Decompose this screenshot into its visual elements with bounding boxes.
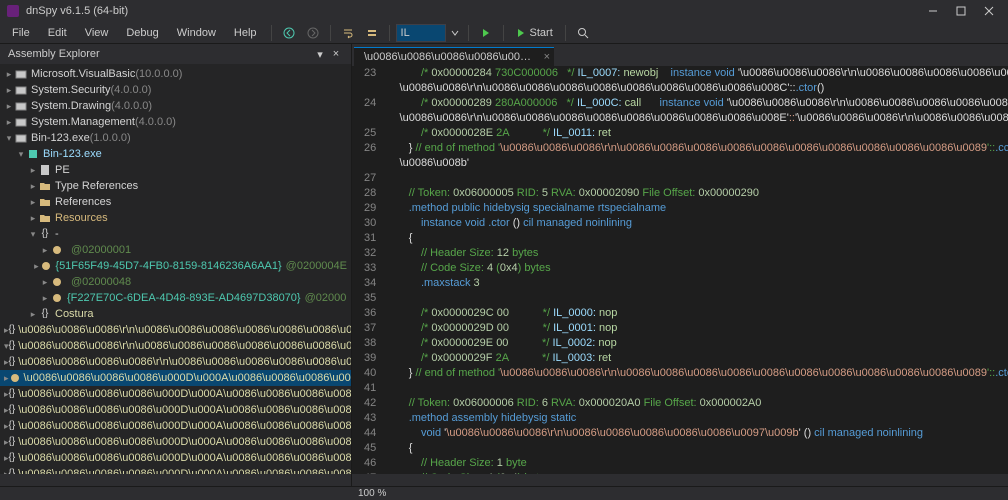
start-label: Start [530, 27, 553, 39]
tab-active[interactable]: \u0086\u0086\u0086\u0086\u000D\u000A\u00… [354, 47, 554, 66]
menu-debug[interactable]: Debug [118, 25, 166, 41]
language-dropdown[interactable] [448, 23, 462, 43]
tree-item[interactable]: ▸{}\u0086\u0086\u0086\u0086\u000D\u000A\… [0, 434, 351, 450]
start-button[interactable]: Start [510, 25, 559, 41]
tree-item[interactable]: ▸Resources [0, 210, 351, 226]
tree-item[interactable]: ▾Bin-123.exe (1.0.0.0) [0, 130, 351, 146]
code-content[interactable]: /* 0x00000284 730C000006 */ IL_0007: new… [384, 66, 1008, 474]
separator [330, 25, 331, 41]
statusbar: 100 % [0, 486, 1008, 500]
assembly-explorer: Assembly Explorer ▾ × ▸Microsoft.VisualB… [0, 44, 352, 486]
editor: \u0086\u0086\u0086\u0086\u000D\u000A\u00… [352, 44, 1008, 486]
panel-dropdown-button[interactable]: ▾ [313, 47, 327, 61]
tree-item[interactable]: ▸System.Security (4.0.0.0) [0, 82, 351, 98]
menu-edit[interactable]: Edit [40, 25, 75, 41]
tree-item[interactable]: ▸System.Drawing (4.0.0.0) [0, 98, 351, 114]
minimize-button[interactable] [920, 2, 946, 20]
tree-item[interactable]: ▸@02000001 [0, 242, 351, 258]
menu-window[interactable]: Window [169, 25, 224, 41]
tree-item[interactable]: ▾{}- [0, 226, 351, 242]
separator [503, 25, 504, 41]
highlight-button[interactable] [361, 23, 383, 43]
separator [389, 25, 390, 41]
nav-back-button[interactable] [278, 23, 300, 43]
panel-header: Assembly Explorer ▾ × [0, 44, 351, 64]
menu-help[interactable]: Help [226, 25, 265, 41]
tree-item[interactable]: ▸{F227E70C-6DEA-4D48-893E-AD4697D38070}@… [0, 290, 351, 306]
tree-item[interactable]: ▸PE [0, 162, 351, 178]
window-title: dnSpy v6.1.5 (64-bit) [26, 5, 128, 17]
tree-item[interactable]: ▸{}\u0086\u0086\u0086\u0086\u000D\u000A\… [0, 402, 351, 418]
tree[interactable]: ▸Microsoft.VisualBasic (10.0.0.0)▸System… [0, 64, 351, 474]
tree-item[interactable]: ▸\u0086\u0086\u0086\u0086\u000D\u000A\u0… [0, 370, 351, 386]
menu-file[interactable]: File [4, 25, 38, 41]
tab-close-button[interactable]: × [544, 51, 550, 63]
play-icon [516, 28, 526, 38]
horizontal-scrollbar[interactable] [0, 474, 351, 486]
tree-item[interactable]: ▸{}\u0086\u0086\u0086\u0086\u000D\u000A\… [0, 450, 351, 466]
menubar: File Edit View Debug Window Help Start [0, 22, 1008, 44]
nav-forward-button[interactable] [302, 23, 324, 43]
menu-view[interactable]: View [77, 25, 117, 41]
language-input[interactable] [396, 24, 446, 42]
tree-item[interactable]: ▸Microsoft.VisualBasic (10.0.0.0) [0, 66, 351, 82]
maximize-button[interactable] [948, 2, 974, 20]
close-button[interactable] [976, 2, 1002, 20]
tab-bar: \u0086\u0086\u0086\u0086\u000D\u000A\u00… [352, 44, 1008, 66]
tree-item[interactable]: ▸System.Management (4.0.0.0) [0, 114, 351, 130]
line-gutter: 23 24 2526 27282930313233343536373839404… [352, 66, 384, 474]
tree-item[interactable]: ▸{}\u0086\u0086\u0086\u0086\u000D\u000A\… [0, 418, 351, 434]
tree-item[interactable]: ▸{51F65F49-45D7-4FB0-8159-8146236A6AA1}@… [0, 258, 351, 274]
tree-item[interactable]: ▾Bin-123.exe [0, 146, 351, 162]
tab-title: \u0086\u0086\u0086\u0086\u000D\u000A\u00… [364, 51, 554, 63]
code-area[interactable]: 23 24 2526 27282930313233343536373839404… [352, 66, 1008, 474]
continue-button[interactable] [475, 23, 497, 43]
panel-title: Assembly Explorer [8, 48, 100, 60]
tree-item[interactable]: ▸@02000048 [0, 274, 351, 290]
tree-item[interactable]: ▸{}\u0086\u0086\u0086\u0086\r\n\u0086\u0… [0, 354, 351, 370]
zoom-level[interactable]: 100 % [358, 488, 386, 499]
tree-item[interactable]: ▸References [0, 194, 351, 210]
panel-close-button[interactable]: × [329, 47, 343, 61]
separator [468, 25, 469, 41]
tree-item[interactable]: ▾{}\u0086\u0086\u0086\r\n\u0086\u0086\u0… [0, 338, 351, 354]
tree-item[interactable]: ▸{}Costura [0, 306, 351, 322]
tree-item[interactable]: ▸{}\u0086\u0086\u0086\r\n\u0086\u0086\u0… [0, 322, 351, 338]
tree-item[interactable]: ▸{}\u0086\u0086\u0086\u0086\u000D\u000A\… [0, 386, 351, 402]
app-icon [6, 4, 20, 18]
tree-item[interactable]: ▸Type References [0, 178, 351, 194]
search-button[interactable] [572, 23, 594, 43]
separator [565, 25, 566, 41]
wordwrap-button[interactable] [337, 23, 359, 43]
tree-item[interactable]: ▸{}\u0086\u0086\u0086\u0086\u000D\u000A\… [0, 466, 351, 474]
separator [271, 25, 272, 41]
titlebar: dnSpy v6.1.5 (64-bit) [0, 0, 1008, 22]
horizontal-scrollbar[interactable] [352, 474, 1008, 486]
